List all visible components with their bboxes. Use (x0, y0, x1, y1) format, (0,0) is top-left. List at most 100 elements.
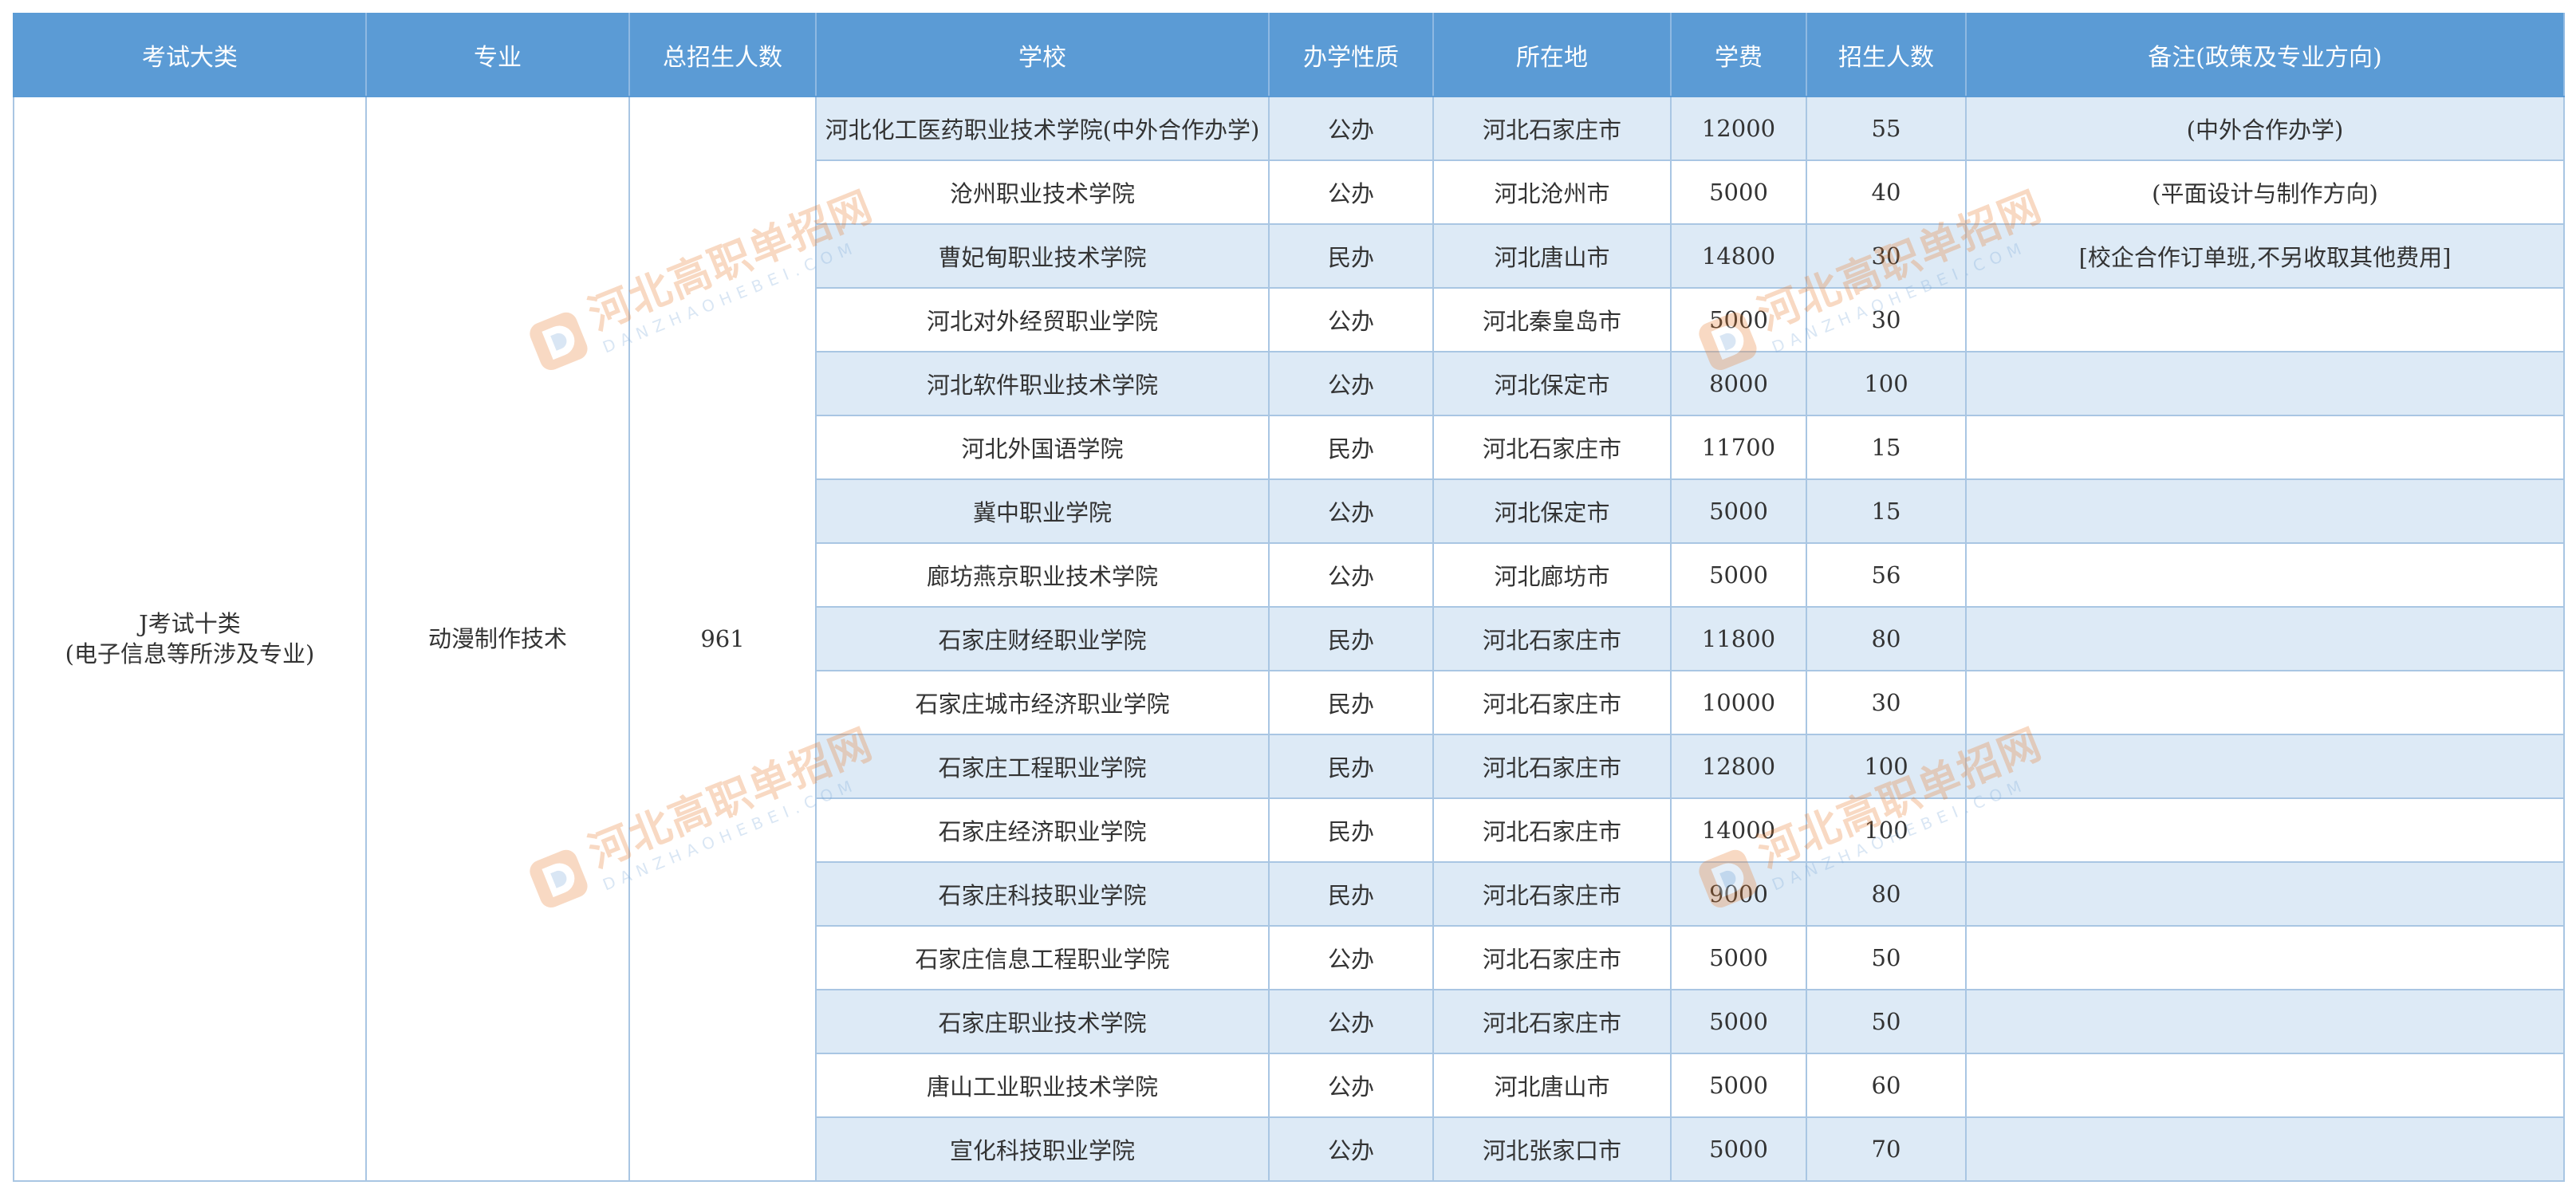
location-cell: 河北石家庄市 (1432, 925, 1672, 990)
enroll-cell: 100 (1806, 734, 1967, 799)
school-cell: 沧州职业技术学院 (815, 159, 1270, 225)
location-cell: 河北石家庄市 (1432, 861, 1672, 927)
school-cell: 石家庄工程职业学院 (815, 734, 1270, 799)
nature-cell: 民办 (1268, 415, 1434, 480)
location-cell: 河北石家庄市 (1432, 96, 1672, 161)
location-cell: 河北石家庄市 (1432, 989, 1672, 1054)
location-cell: 河北张家口市 (1432, 1116, 1672, 1182)
tuition-cell: 14000 (1670, 797, 1807, 863)
enroll-cell: 100 (1806, 351, 1967, 416)
note-cell (1965, 1053, 2565, 1118)
header-tuition: 学费 (1670, 13, 1807, 97)
enroll-cell: 30 (1806, 287, 1967, 352)
note-cell (1965, 989, 2565, 1054)
note-cell (1965, 797, 2565, 863)
nature-cell: 公办 (1268, 287, 1434, 352)
school-cell: 石家庄职业技术学院 (815, 989, 1270, 1054)
note-cell (1965, 478, 2565, 544)
enroll-cell: 70 (1806, 1116, 1967, 1182)
tuition-cell: 5000 (1670, 542, 1807, 608)
header-school: 学校 (815, 13, 1270, 97)
location-cell: 河北保定市 (1432, 351, 1672, 416)
table-wrapper: 考试大类 专业 总招生人数 学校 办学性质 所在地 学费 招生人数 备注(政策及… (13, 13, 2565, 1182)
location-cell: 河北秦皇岛市 (1432, 287, 1672, 352)
location-cell: 河北石家庄市 (1432, 734, 1672, 799)
note-cell: (平面设计与制作方向) (1965, 159, 2565, 225)
header-row: 考试大类 专业 总招生人数 学校 办学性质 所在地 学费 招生人数 备注(政策及… (13, 13, 2565, 97)
header-location: 所在地 (1432, 13, 1672, 97)
tuition-cell: 12000 (1670, 96, 1807, 161)
tuition-cell: 14800 (1670, 223, 1807, 289)
note-cell (1965, 734, 2565, 799)
nature-cell: 公办 (1268, 989, 1434, 1054)
enroll-cell: 80 (1806, 861, 1967, 927)
tuition-cell: 5000 (1670, 925, 1807, 990)
tuition-cell: 5000 (1670, 989, 1807, 1054)
enroll-cell: 40 (1806, 159, 1967, 225)
nature-cell: 公办 (1268, 478, 1434, 544)
tuition-cell: 5000 (1670, 1053, 1807, 1118)
enroll-cell: 56 (1806, 542, 1967, 608)
note-cell (1965, 1116, 2565, 1182)
nature-cell: 民办 (1268, 734, 1434, 799)
school-cell: 石家庄经济职业学院 (815, 797, 1270, 863)
nature-cell: 公办 (1268, 542, 1434, 608)
location-cell: 河北石家庄市 (1432, 606, 1672, 671)
nature-cell: 公办 (1268, 1116, 1434, 1182)
location-cell: 河北沧州市 (1432, 159, 1672, 225)
enroll-cell: 100 (1806, 797, 1967, 863)
table-body: J考试十类 (电子信息等所涉及专业) 动漫制作技术 961 河北化工医药职业技术学院(中… (13, 96, 2565, 1182)
category-line-1: J考试十类 (139, 610, 241, 637)
tuition-cell: 5000 (1670, 287, 1807, 352)
note-cell (1965, 287, 2565, 352)
enroll-cell: 15 (1806, 478, 1967, 544)
nature-cell: 公办 (1268, 159, 1434, 225)
enroll-cell: 50 (1806, 989, 1967, 1054)
location-cell: 河北石家庄市 (1432, 797, 1672, 863)
nature-cell: 公办 (1268, 351, 1434, 416)
nature-cell: 民办 (1268, 861, 1434, 927)
school-cell: 石家庄科技职业学院 (815, 861, 1270, 927)
tuition-cell: 5000 (1670, 1116, 1807, 1182)
note-cell (1965, 925, 2565, 990)
enroll-cell: 30 (1806, 670, 1967, 735)
school-cell: 石家庄信息工程职业学院 (815, 925, 1270, 990)
tuition-cell: 5000 (1670, 478, 1807, 544)
school-cell: 冀中职业学院 (815, 478, 1270, 544)
school-cell: 河北软件职业技术学院 (815, 351, 1270, 416)
note-cell (1965, 861, 2565, 927)
header-total: 总招生人数 (628, 13, 817, 97)
tuition-cell: 11700 (1670, 415, 1807, 480)
note-cell (1965, 415, 2565, 480)
enroll-cell: 15 (1806, 415, 1967, 480)
school-cell: 河北外国语学院 (815, 415, 1270, 480)
major-cell: 动漫制作技术 (365, 96, 630, 1182)
note-cell: [校企合作订单班,不另收取其他费用] (1965, 223, 2565, 289)
enroll-cell: 30 (1806, 223, 1967, 289)
school-cell: 河北化工医药职业技术学院(中外合作办学) (815, 96, 1270, 161)
tuition-cell: 9000 (1670, 861, 1807, 927)
note-cell: (中外合作办学) (1965, 96, 2565, 161)
nature-cell: 公办 (1268, 1053, 1434, 1118)
school-cell: 廊坊燕京职业技术学院 (815, 542, 1270, 608)
location-cell: 河北唐山市 (1432, 223, 1672, 289)
header-major: 专业 (365, 13, 630, 97)
enroll-cell: 50 (1806, 925, 1967, 990)
tuition-cell: 11800 (1670, 606, 1807, 671)
school-cell: 石家庄财经职业学院 (815, 606, 1270, 671)
location-cell: 河北保定市 (1432, 478, 1672, 544)
nature-cell: 民办 (1268, 797, 1434, 863)
school-cell: 唐山工业职业技术学院 (815, 1053, 1270, 1118)
school-cell: 石家庄城市经济职业学院 (815, 670, 1270, 735)
enroll-cell: 80 (1806, 606, 1967, 671)
header-enroll: 招生人数 (1806, 13, 1967, 97)
header-category: 考试大类 (13, 13, 367, 97)
table-row: J考试十类 (电子信息等所涉及专业) 动漫制作技术 961 河北化工医药职业技术学院(中… (13, 96, 2565, 1182)
location-cell: 河北石家庄市 (1432, 415, 1672, 480)
school-cell: 曹妃甸职业技术学院 (815, 223, 1270, 289)
location-cell: 河北唐山市 (1432, 1053, 1672, 1118)
tuition-cell: 8000 (1670, 351, 1807, 416)
note-cell (1965, 670, 2565, 735)
note-cell (1965, 606, 2565, 671)
total-cell: 961 (628, 96, 817, 1182)
